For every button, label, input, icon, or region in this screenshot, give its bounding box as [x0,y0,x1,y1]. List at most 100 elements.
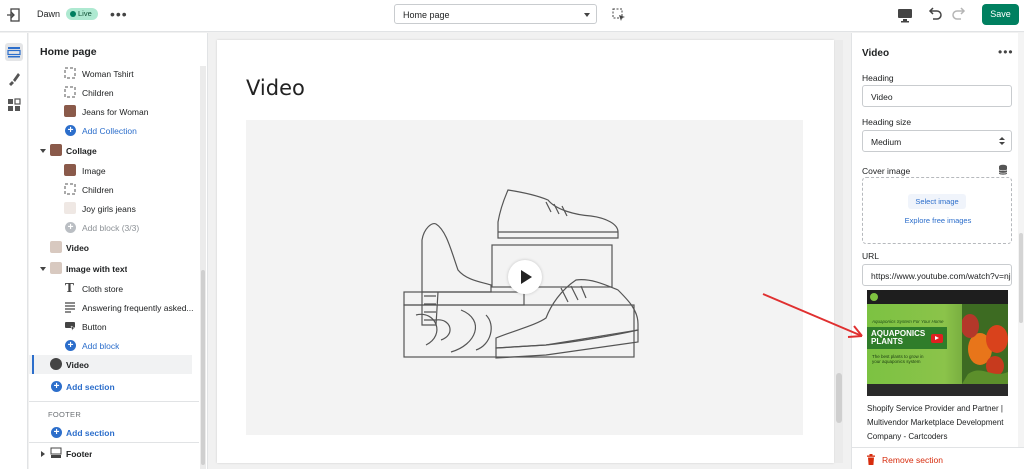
button-block-icon [65,322,76,332]
youtube-video-thumbnail[interactable]: Aquaponics System For Your Home AQUAPONI… [867,290,1008,396]
save-button[interactable]: Save [982,4,1019,25]
plus-circle-icon: + [51,381,62,392]
chevron-down-icon[interactable] [40,149,46,153]
add-block-disabled: + Add block (3/3) [29,218,192,237]
inspector-icon[interactable] [612,8,626,22]
left-icon-rail [0,33,28,469]
block-heading[interactable]: T Cloth store [29,279,192,298]
more-actions-icon[interactable]: ••• [110,6,128,22]
sidebar-item-label: Children [82,185,114,195]
channel-avatar [870,293,878,301]
section-thumbnail [50,241,62,253]
app-embeds-icon[interactable] [5,96,23,114]
redo-icon[interactable] [950,6,968,24]
sidebar-item-label: Image with text [66,264,128,274]
chevron-right-icon[interactable] [41,451,45,457]
exit-icon[interactable] [5,7,21,23]
url-input[interactable]: https://www.youtube.com/watch?v=nj [862,264,1012,286]
remove-section-label: Remove section [882,455,943,465]
sidebar-item-label: Add block [82,341,120,351]
preview-canvas: Video [209,33,850,469]
storefront-preview: Video [217,40,834,463]
top-bar: Dawn Live ••• Home page Save [0,0,1024,32]
chevron-up-icon [999,137,1005,140]
add-collection-button[interactable]: + Add Collection [29,121,192,140]
dynamic-source-icon[interactable] [998,164,1008,176]
add-block-button[interactable]: + Add block [29,336,192,355]
sidebar-item-label: Button [82,322,107,332]
remove-section-button[interactable]: Remove section [852,447,1024,469]
block-woman-tshirt[interactable]: Woman Tshirt [29,64,192,83]
footer-add-section-button[interactable]: + Add section [29,423,192,442]
page-selector[interactable]: Home page [394,4,597,24]
block-jeans-for-woman[interactable]: Jeans for Woman [29,102,192,121]
block-joy-girls-jeans[interactable]: Joy girls jeans [29,199,192,218]
heading-input[interactable]: Video [862,85,1012,107]
section-image-with-text[interactable]: Image with text [29,259,192,278]
thumbnail-title-line2: PLANTS [871,337,903,346]
youtube-play-icon[interactable] [931,334,943,343]
youtube-bottom-bar [867,384,1008,396]
sidebar-item-label: Children [82,88,114,98]
block-image[interactable]: Image [29,161,192,180]
chevron-down-icon [999,142,1005,145]
block-children[interactable]: Children [29,180,192,199]
section-video-selected[interactable]: Video [29,355,192,374]
block-button[interactable]: Button [29,317,192,336]
heading-size-select[interactable]: Medium [862,130,1012,152]
sidebar-item-label: Joy girls jeans [82,204,136,214]
sidebar-item-label: Jeans for Woman [82,107,149,117]
explore-free-images-link[interactable]: Explore free images [863,216,1013,225]
add-section-button[interactable]: + Add section [29,377,192,396]
sections-sidebar: Home page Woman Tshirt Children Jeans fo… [29,33,208,469]
thumbnail-subtitle: The best plants to grow in your aquaponi… [872,354,924,364]
block-text[interactable]: Answering frequently asked... [29,298,194,317]
settings-panel: Video ••• Heading Video Heading size Med… [851,33,1024,469]
text-icon: T [65,281,74,295]
collection-block-icon [64,67,76,79]
canvas-scroll-thumb[interactable] [836,373,842,423]
desktop-preview-icon[interactable] [897,8,913,23]
section-thumbnail [50,144,62,156]
sections-icon[interactable] [5,43,23,61]
section-footer[interactable]: Footer [29,444,192,463]
video-title: Shopify Service Provider and Partner | M… [867,404,1004,441]
footer-section-icon [50,447,62,459]
sidebar-scroll-thumb[interactable] [201,270,205,465]
theme-name: Dawn [37,9,61,19]
collection-block-icon [64,86,76,98]
plus-circle-icon: + [65,222,76,233]
block-children[interactable]: Children [29,83,192,102]
undo-icon[interactable] [926,6,944,24]
section-video[interactable]: Video [29,238,192,257]
sidebar-item-label: Collage [66,146,97,156]
video-placeholder[interactable] [246,120,803,435]
trash-icon [867,454,875,465]
product-thumbnail [64,202,76,214]
image-thumbnail [64,164,76,176]
video-section-heading: Video [246,76,305,100]
divider [29,401,199,402]
cover-image-dropzone: Select image Explore free images [862,177,1012,244]
sidebar-item-label: Woman Tshirt [82,69,134,79]
youtube-title-bar [867,290,1008,304]
live-status-badge: Live [66,8,98,20]
play-button-icon[interactable] [508,260,542,294]
url-label: URL [862,251,880,261]
panel-scroll-thumb[interactable] [1019,233,1023,323]
cover-image-label: Cover image [862,166,911,176]
sidebar-item-label: Add section [66,428,115,438]
divider [29,442,199,443]
select-image-button[interactable]: Select image [908,194,966,209]
section-collage[interactable]: Collage [29,141,192,160]
sidebar-item-label: Video [66,243,89,253]
theme-settings-icon[interactable] [5,70,23,88]
more-actions-icon[interactable]: ••• [998,45,1014,59]
thumbnail-title: AQUAPONICS PLANTS [871,330,925,346]
section-thumbnail [50,262,62,274]
footer-group-label: FOOTER [48,410,82,419]
heading-size-label: Heading size [862,117,912,127]
chevron-down-icon[interactable] [40,267,46,271]
heading-label: Heading [862,73,894,83]
sidebar-item-label: Cloth store [82,284,124,294]
